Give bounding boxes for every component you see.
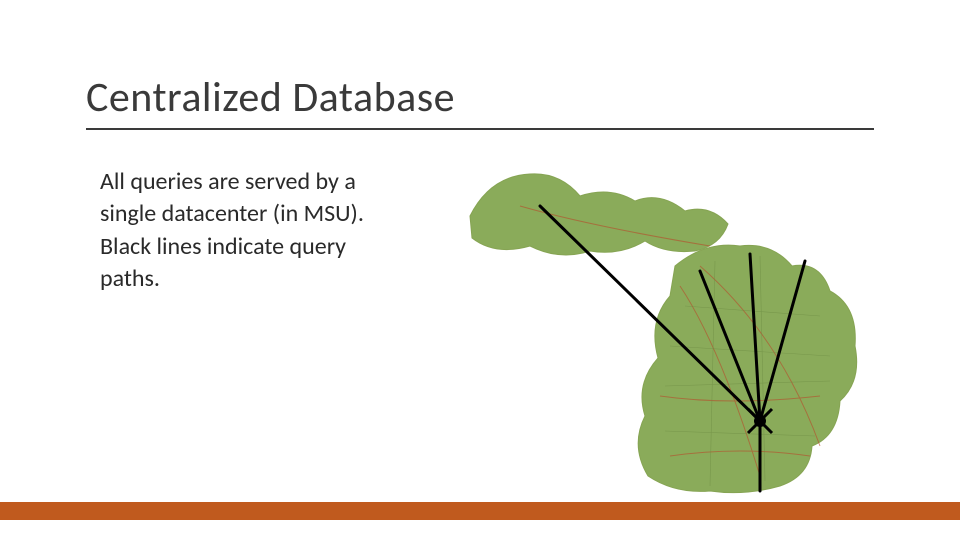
slide-body-text: All queries are served by a single datac…: [100, 166, 400, 296]
slide-title: Centralized Database: [86, 72, 455, 123]
michigan-map: [460, 146, 880, 506]
bottom-accent-bar: [0, 502, 960, 520]
slide: Centralized Database All queries are ser…: [0, 0, 960, 540]
title-underline: [86, 128, 874, 130]
